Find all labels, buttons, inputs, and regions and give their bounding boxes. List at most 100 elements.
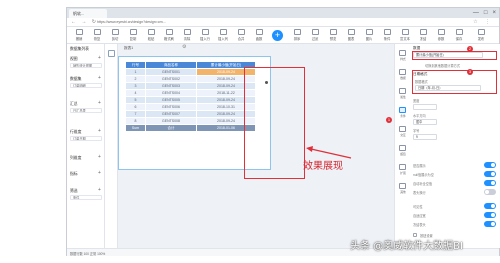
cell-product-name[interactable]: GENTS004 <box>145 89 197 97</box>
cell-product-name[interactable]: GENTS006 <box>145 103 197 111</box>
table-component-icon[interactable] <box>108 50 115 57</box>
toolbar-format-painter[interactable]: 格式刷 <box>160 29 178 41</box>
add-measure-icon[interactable]: + <box>98 171 101 176</box>
condition-icon <box>383 29 391 35</box>
url-text[interactable]: https://www.eyesbi.cn/design?design=cm..… <box>97 20 166 24</box>
toolbar-insert-row[interactable]: 插入行 <box>196 29 214 41</box>
publish-icon <box>477 29 485 35</box>
cell-product-name[interactable]: GENTS007 <box>145 110 197 118</box>
nav-buttons[interactable]: ← → ↻ <box>71 19 98 25</box>
toggle-switch-6[interactable] <box>484 221 496 227</box>
cell-row-no[interactable]: 8 <box>125 117 146 125</box>
report-table[interactable]: 行号 商品名称 累计最小值(开始日) 1 GENTS001 2018-09-24… <box>125 61 256 132</box>
attr-tab-icon[interactable] <box>399 88 406 94</box>
cell-row-no[interactable]: 7 <box>125 110 146 118</box>
condition-tab-icon[interactable] <box>399 107 406 113</box>
toolbar-parameter[interactable]: 参数 <box>432 29 450 41</box>
toolbar-merge[interactable]: 合并 <box>232 29 250 41</box>
section-measure-label: 指标 <box>70 172 78 176</box>
filter-item[interactable]: 条件 <box>70 195 102 200</box>
toolbar-chart[interactable]: 图表 <box>342 29 360 41</box>
parameter-icon <box>437 29 445 35</box>
step-badge-1: 1 <box>386 117 392 123</box>
cell-row-no[interactable]: 5 <box>125 96 146 104</box>
header-product-name[interactable]: 商品名称 <box>145 61 197 69</box>
sheet-tab[interactable]: 报表1 <box>124 46 133 51</box>
table-row: 8 GENTS008 2018-09-24 <box>125 117 256 125</box>
toolbar-preview[interactable]: 预览 <box>324 29 342 41</box>
cell-total-name[interactable]: 合计 <box>145 124 197 132</box>
cell-row-no[interactable]: 3 <box>125 82 146 90</box>
toolbar-cut[interactable]: 剪切 <box>106 29 124 41</box>
expand-tab-icon[interactable] <box>399 164 406 170</box>
cell-row-no[interactable]: 1 <box>125 68 146 76</box>
row-dim-item[interactable]: 订单日期 <box>70 136 102 141</box>
toggle-switch-0[interactable] <box>484 162 496 168</box>
view-item[interactable]: 销售统计视图 <box>70 63 102 68</box>
address-bar[interactable]: ← → ↻ https://www.eyesbi.cn/design?desig… <box>67 18 499 27</box>
sort-icon <box>293 29 301 35</box>
save-icon <box>455 29 463 35</box>
toolbar-sort[interactable]: 排序 <box>288 29 306 41</box>
add-filter-icon[interactable]: + <box>98 188 101 193</box>
cell-product-name[interactable]: GENTS008 <box>145 117 197 125</box>
cell-product-name[interactable]: GENTS005 <box>145 96 197 104</box>
toolbar-richtext[interactable]: 富文本 <box>396 29 414 41</box>
toggle-switch-4[interactable] <box>484 203 496 209</box>
cell-total-label[interactable]: Sum <box>125 124 146 132</box>
toolbar-undo[interactable]: 撤销 <box>70 29 88 41</box>
redo-icon <box>93 29 101 35</box>
add-row-dim-icon[interactable]: + <box>98 129 101 134</box>
gear-icon[interactable]: ⚙ <box>182 44 186 50</box>
toolbar-insert-col[interactable]: 插入列 <box>214 29 232 41</box>
add-summary-icon[interactable]: + <box>98 101 101 106</box>
add-component-button[interactable]: + <box>272 30 283 41</box>
browser-tab[interactable]: 帆软... <box>69 9 107 18</box>
other-tab-icon[interactable] <box>399 183 406 189</box>
width-input[interactable] <box>413 104 437 110</box>
toggle-switch-1[interactable] <box>484 171 496 177</box>
close-icon[interactable]: × <box>492 9 496 17</box>
cell-product-name[interactable]: GENTS001 <box>145 68 197 76</box>
maximize-icon[interactable]: □ <box>484 9 488 17</box>
switch-calc-link[interactable]: 切换到其他数据计算方式 <box>425 63 460 68</box>
add-view-icon[interactable]: + <box>98 56 101 61</box>
summary-item[interactable]: 日汇总表 <box>70 108 102 113</box>
toolbar-copy[interactable]: 复制 <box>124 29 142 41</box>
add-dataset-icon[interactable]: + <box>98 76 101 81</box>
font-size-input[interactable]: 9 <box>413 134 437 140</box>
toolbar-filter[interactable]: 过滤 <box>306 29 324 41</box>
interaction-tab-icon[interactable] <box>399 126 406 132</box>
toolbar-clear[interactable]: 清除 <box>178 29 196 41</box>
cell-product-name[interactable]: GENTS003 <box>145 82 197 90</box>
property-tabs: 样式 数据 属性 条件 交互 超链 扩展 其他 <box>394 44 410 248</box>
toolbar-paste[interactable]: 粘贴 <box>142 29 160 41</box>
toggle-label-5: 自适应宽 <box>413 214 426 218</box>
toggle-switch-5[interactable] <box>484 212 496 218</box>
add-col-dim-icon[interactable]: + <box>98 155 101 160</box>
toolbar-freeze[interactable]: 冻结 <box>414 29 432 41</box>
toolbar-function[interactable]: 函数 <box>250 29 268 41</box>
cell-row-no[interactable]: 6 <box>125 103 146 111</box>
section-filter-label: 筛选 <box>70 189 78 193</box>
cell-row-no[interactable]: 2 <box>125 75 146 83</box>
toggle-switch-2[interactable] <box>484 180 496 186</box>
highlight-column-box <box>244 67 305 179</box>
toggle-switch-3[interactable] <box>484 189 496 195</box>
cell-product-name[interactable]: GENTS002 <box>145 75 197 83</box>
toolbar-condition[interactable]: 条件 <box>378 29 396 41</box>
header-row-no[interactable]: 行号 <box>125 61 146 69</box>
toolbar-redo[interactable]: 恢复 <box>88 29 106 41</box>
align-select[interactable]: 居中 <box>413 119 437 125</box>
browser-menu-icons[interactable]: ☆ ⋮ <box>473 19 493 25</box>
minimize-icon[interactable]: — <box>473 9 479 17</box>
hyperlink-tab-icon[interactable] <box>399 145 406 151</box>
cell-row-no[interactable]: 4 <box>125 89 146 97</box>
toolbar-save[interactable]: 保存 <box>450 29 468 41</box>
data-tab-icon[interactable] <box>399 69 406 75</box>
toolbar-image[interactable]: 图片 <box>360 29 378 41</box>
toggle-label-1: null值展示为空 <box>413 173 434 177</box>
style-tab-icon[interactable] <box>399 50 406 56</box>
toolbar-publish[interactable]: 发布 <box>472 29 490 41</box>
dataset-item[interactable]: 订单明细 <box>70 83 102 88</box>
